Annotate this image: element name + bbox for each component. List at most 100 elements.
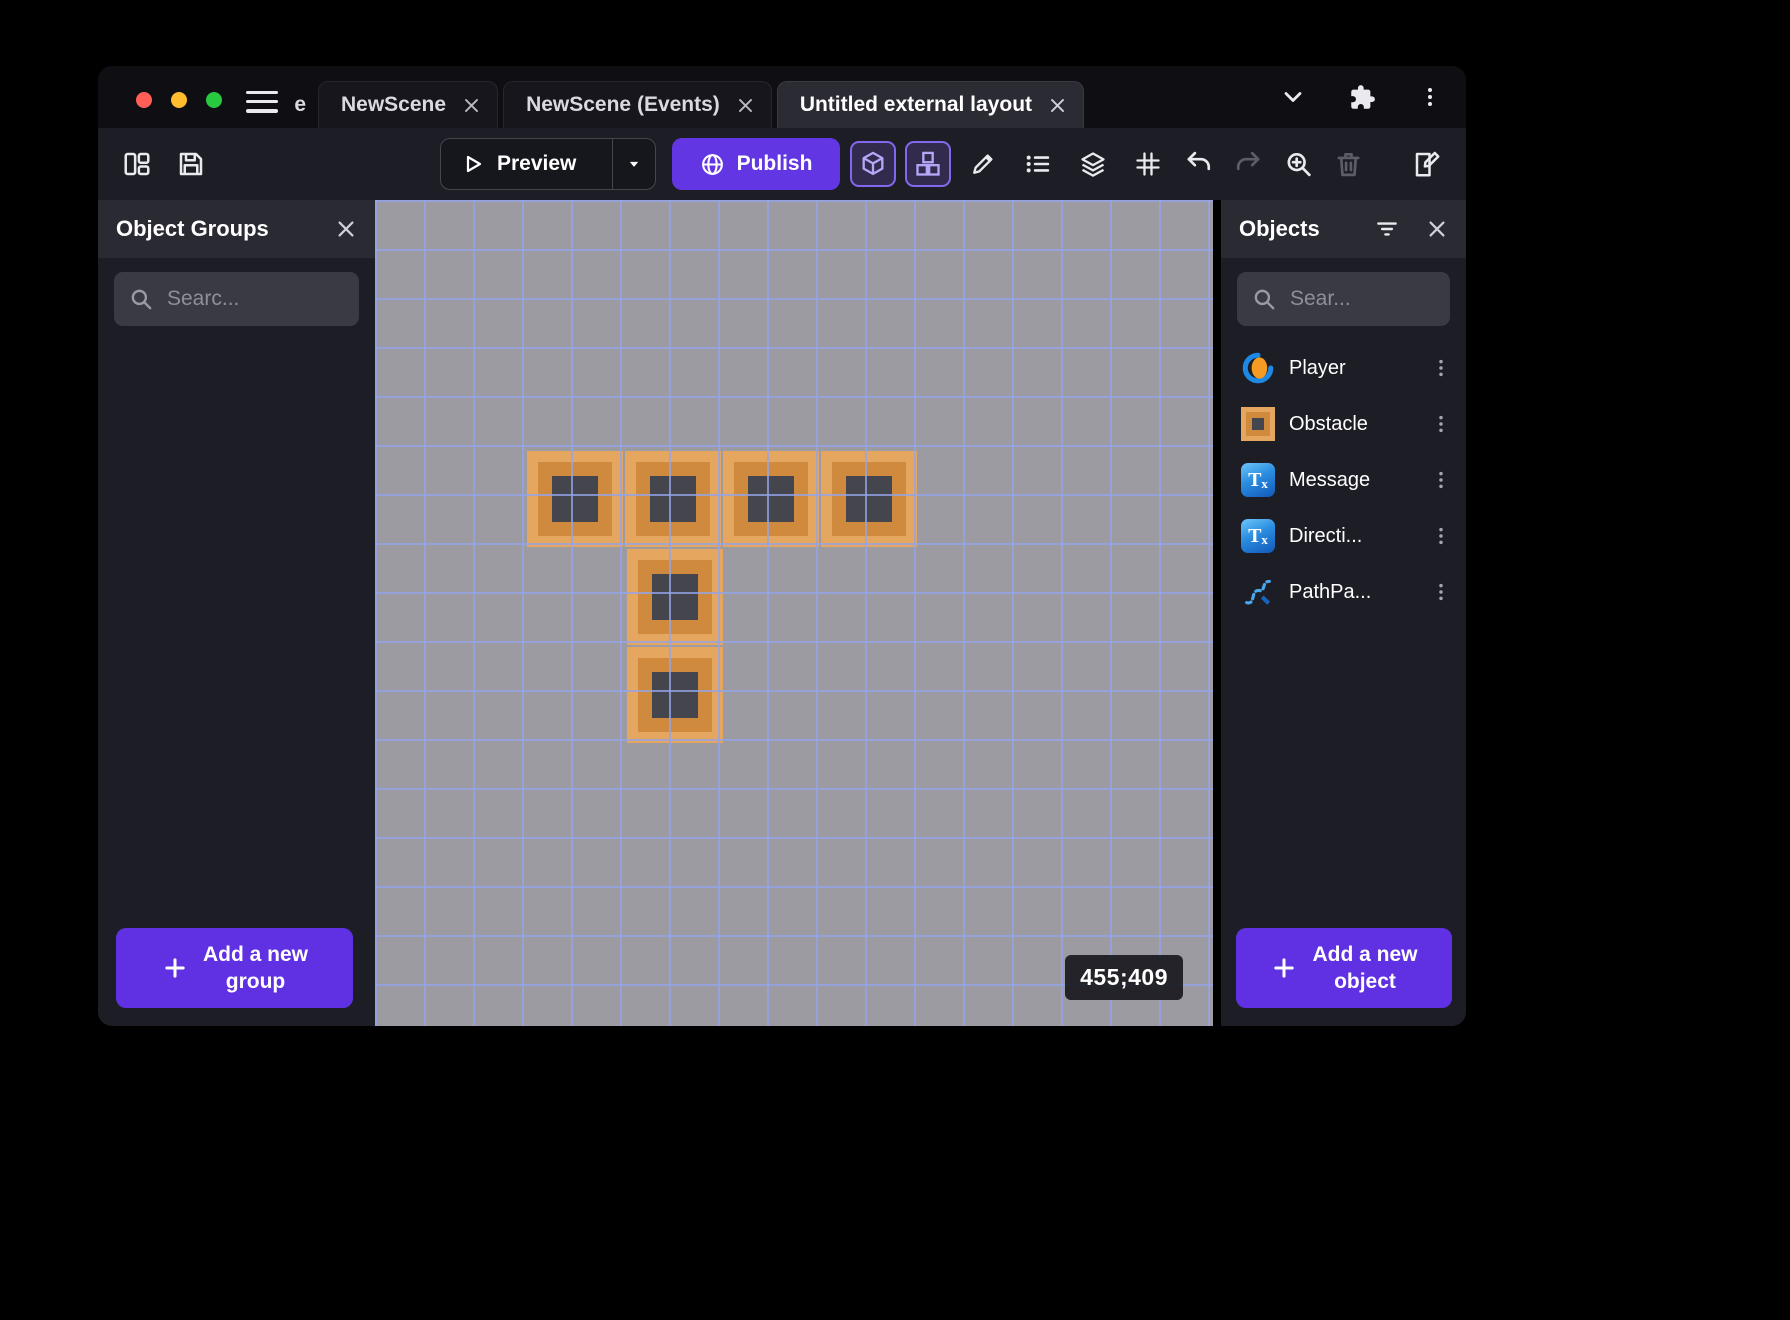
more-options-icon[interactable] <box>1418 85 1442 109</box>
chevron-down-icon[interactable] <box>1279 83 1307 111</box>
object-name: Directi... <box>1289 525 1410 548</box>
edit-pencil-icon[interactable] <box>960 141 1006 187</box>
add-object-line1: Add a new <box>1312 941 1417 968</box>
more-options-icon[interactable] <box>1424 575 1458 609</box>
object-row-message[interactable]: Tx Message <box>1221 452 1466 508</box>
app-window: e NewScene NewScene (Events) Untitled ex… <box>98 66 1466 1026</box>
object-row-pathpaint[interactable]: PathPa... <box>1221 564 1466 620</box>
preview-button[interactable]: Preview <box>440 138 656 190</box>
filter-icon[interactable] <box>1374 216 1400 242</box>
obstacle-core <box>552 476 598 522</box>
traffic-lights <box>136 92 222 108</box>
tab-untitled-external-layout[interactable]: Untitled external layout <box>777 81 1084 128</box>
preview-label: Preview <box>497 152 612 176</box>
tab-newscene-events[interactable]: NewScene (Events) <box>503 81 772 128</box>
obstacle-instance[interactable] <box>627 549 723 645</box>
minimize-window-button[interactable] <box>171 92 187 108</box>
trash-icon[interactable] <box>1334 150 1363 179</box>
search-icon <box>128 286 154 312</box>
object-name: Message <box>1289 469 1410 492</box>
objects-search <box>1237 272 1450 326</box>
close-icon[interactable] <box>736 96 755 115</box>
save-icon[interactable] <box>176 149 206 179</box>
publish-button[interactable]: Publish <box>672 138 840 190</box>
more-options-icon[interactable] <box>1424 463 1458 497</box>
zoom-in-icon[interactable] <box>1284 150 1313 179</box>
globe-icon <box>700 152 725 177</box>
instances-mode-toggle[interactable] <box>905 141 951 187</box>
close-icon[interactable] <box>462 96 481 115</box>
grid-icon[interactable] <box>1125 141 1171 187</box>
object-name: Obstacle <box>1289 413 1410 436</box>
text-object-icon: Tx <box>1241 519 1275 553</box>
menu-hamburger-icon[interactable] <box>246 91 278 113</box>
cursor-coordinates-badge: 455;409 <box>1065 955 1183 1000</box>
close-panel-icon[interactable] <box>335 218 357 240</box>
redo-icon[interactable] <box>1234 150 1263 179</box>
toolbar-mode-icons <box>850 138 1171 190</box>
objects-panel: Objects Play <box>1221 200 1466 1026</box>
objects-list: Player Obstacle Tx Message <box>1221 340 1466 620</box>
tab-newscene[interactable]: NewScene <box>318 81 498 128</box>
add-object-button[interactable]: Add a new object <box>1236 928 1452 1008</box>
add-group-line1: Add a new <box>203 941 308 968</box>
object-row-obstacle[interactable]: Obstacle <box>1221 396 1466 452</box>
properties-editor-icon[interactable] <box>1412 149 1442 179</box>
more-options-icon[interactable] <box>1424 407 1458 441</box>
more-options-icon[interactable] <box>1424 351 1458 385</box>
layers-icon[interactable] <box>1070 141 1116 187</box>
more-options-icon[interactable] <box>1424 519 1458 553</box>
extensions-puzzle-icon[interactable] <box>1349 84 1376 111</box>
close-panel-icon[interactable] <box>1426 218 1448 240</box>
tabbar-right-actions <box>1279 66 1442 128</box>
grid-overlay <box>375 200 1213 1026</box>
fullscreen-window-button[interactable] <box>206 92 222 108</box>
obstacle-instance[interactable] <box>527 451 623 547</box>
scene-canvas[interactable]: 455;409 <box>375 200 1213 1026</box>
play-icon <box>461 152 485 176</box>
tab-bar: e NewScene NewScene (Events) Untitled ex… <box>98 66 1466 128</box>
obstacle-instance[interactable] <box>723 451 819 547</box>
add-object-line2: object <box>1312 968 1417 995</box>
tab-partial-label: e <box>294 93 306 117</box>
object-groups-search <box>114 272 359 326</box>
object-row-directions[interactable]: Tx Directi... <box>1221 508 1466 564</box>
object-groups-header: Object Groups <box>98 200 375 258</box>
plus-icon <box>161 954 189 982</box>
objects-header: Objects <box>1221 200 1466 258</box>
add-group-button[interactable]: Add a new group <box>116 928 353 1008</box>
object-row-player[interactable]: Player <box>1221 340 1466 396</box>
search-input[interactable] <box>167 287 345 311</box>
tab-label: Untitled external layout <box>800 93 1032 117</box>
publish-label: Publish <box>737 152 813 176</box>
obstacle-core <box>650 476 696 522</box>
obstacle-instance[interactable] <box>625 451 721 547</box>
player-icon <box>1241 351 1275 385</box>
obstacle-core <box>846 476 892 522</box>
tab-label: NewScene <box>341 93 446 117</box>
instances-list-icon[interactable] <box>1015 141 1061 187</box>
preview-dropdown-caret[interactable] <box>613 154 655 174</box>
object-groups-panel: Object Groups Add a new group <box>98 200 375 1026</box>
obstacle-instance[interactable] <box>627 647 723 743</box>
search-input[interactable] <box>1290 287 1436 311</box>
close-icon[interactable] <box>1048 96 1067 115</box>
3d-view-toggle[interactable] <box>850 141 896 187</box>
object-name: Player <box>1289 357 1410 380</box>
close-window-button[interactable] <box>136 92 152 108</box>
add-group-line2: group <box>203 968 308 995</box>
panel-title: Objects <box>1239 216 1320 242</box>
tab-label: NewScene (Events) <box>526 93 720 117</box>
object-name: PathPa... <box>1289 581 1410 604</box>
text-object-icon: Tx <box>1241 463 1275 497</box>
obstacle-instance[interactable] <box>821 451 917 547</box>
cube-3d-icon <box>859 150 887 178</box>
obstacle-core <box>652 672 698 718</box>
plus-icon <box>1270 954 1298 982</box>
cubes-stack-icon <box>914 150 942 178</box>
path-paint-icon <box>1241 575 1275 609</box>
content-area: Object Groups Add a new group <box>98 200 1466 1026</box>
undo-icon[interactable] <box>1184 150 1213 179</box>
toolbar-left-icons <box>122 149 206 179</box>
editors-layout-icon[interactable] <box>122 149 152 179</box>
